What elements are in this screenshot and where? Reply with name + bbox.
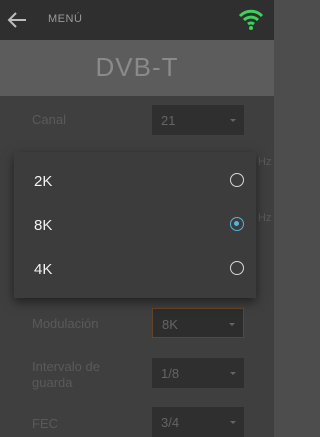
option-2k[interactable]: 2K [14, 158, 256, 202]
wifi-icon [238, 9, 264, 30]
option-4k[interactable]: 4K [14, 246, 256, 290]
title-bar: DVB-T [0, 40, 274, 96]
option-8k[interactable]: 8K [14, 202, 256, 246]
back-arrow-icon[interactable] [6, 10, 28, 30]
option-label: 8K [34, 217, 53, 234]
option-label: 4K [34, 261, 53, 278]
menu-label[interactable]: MENÚ [48, 13, 82, 25]
modulation-options-dialog: 2K 8K 4K [14, 152, 256, 298]
option-label: 2K [34, 173, 53, 190]
radio-selected-icon[interactable] [230, 217, 244, 231]
top-bar: MENÚ [0, 0, 274, 40]
page-title: DVB-T [95, 52, 179, 82]
radio-unselected-icon[interactable] [230, 261, 244, 275]
radio-unselected-icon[interactable] [230, 173, 244, 187]
